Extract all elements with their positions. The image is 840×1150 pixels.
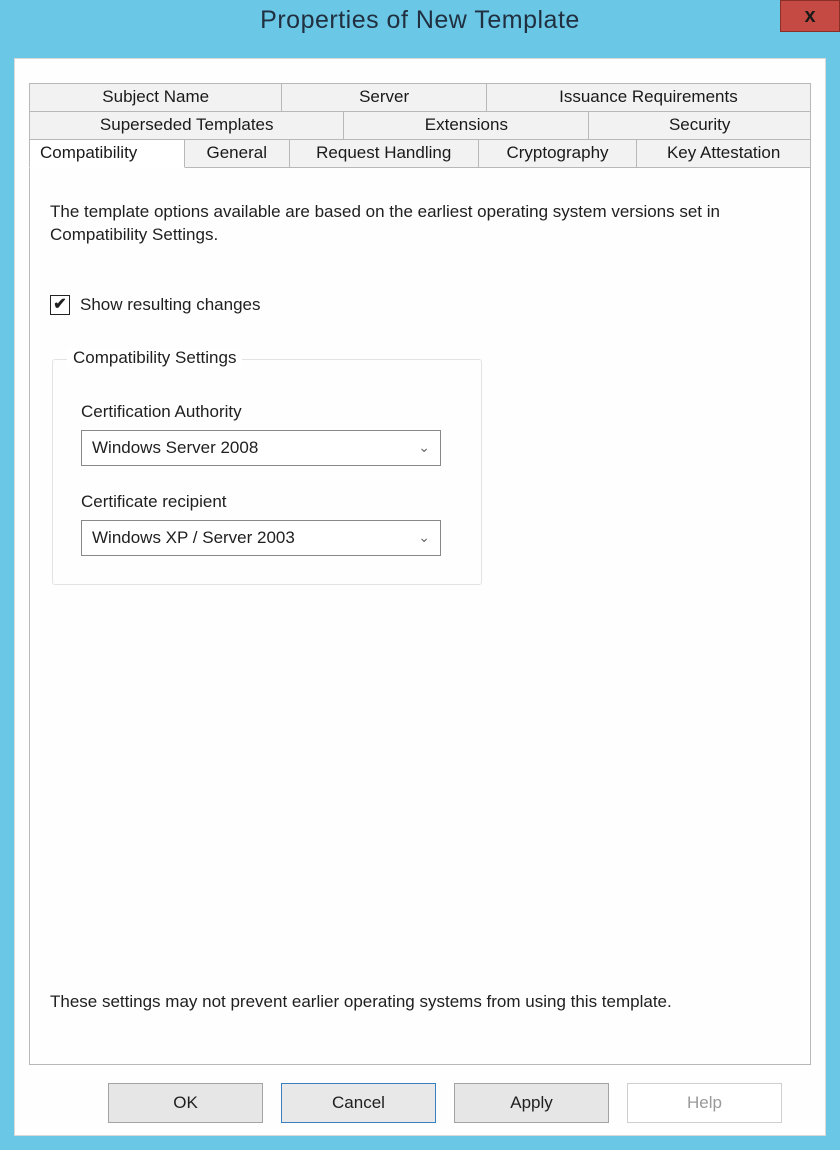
ca-dropdown[interactable]: Windows Server 2008 ⌄	[81, 430, 441, 466]
close-icon: x	[804, 6, 815, 26]
show-resulting-changes-checkbox[interactable]: ✔	[50, 295, 70, 315]
chevron-down-icon: ⌄	[418, 439, 430, 456]
show-resulting-changes-label: Show resulting changes	[80, 295, 261, 315]
tab-strip: Subject Name Server Issuance Requirement…	[29, 83, 811, 168]
apply-button[interactable]: Apply	[454, 1083, 609, 1123]
tab-security[interactable]: Security	[589, 112, 811, 140]
dialog-window: Properties of New Template x Subject Nam…	[0, 0, 840, 1150]
footnote-text: These settings may not prevent earlier o…	[50, 991, 790, 1014]
show-resulting-changes-row: ✔ Show resulting changes	[50, 295, 790, 315]
help-button: Help	[627, 1083, 782, 1123]
recipient-dropdown[interactable]: Windows XP / Server 2003 ⌄	[81, 520, 441, 556]
tab-issuance-requirements[interactable]: Issuance Requirements	[487, 83, 811, 112]
close-button[interactable]: x	[780, 0, 840, 32]
ca-value: Windows Server 2008	[92, 438, 258, 458]
tab-panel-compatibility: The template options available are based…	[29, 167, 811, 1065]
window-title: Properties of New Template	[260, 6, 580, 35]
tab-key-attestation[interactable]: Key Attestation	[637, 140, 811, 168]
recipient-value: Windows XP / Server 2003	[92, 528, 295, 548]
ca-label: Certification Authority	[81, 402, 453, 422]
tab-general[interactable]: General	[185, 140, 290, 168]
tab-cryptography[interactable]: Cryptography	[479, 140, 637, 168]
compatibility-settings-group: Compatibility Settings Certification Aut…	[52, 359, 482, 585]
recipient-label: Certificate recipient	[81, 492, 453, 512]
chevron-down-icon: ⌄	[418, 529, 430, 546]
dialog-content: Subject Name Server Issuance Requirement…	[14, 58, 826, 1136]
titlebar: Properties of New Template x	[14, 0, 826, 58]
ok-button[interactable]: OK	[108, 1083, 263, 1123]
tab-extensions[interactable]: Extensions	[344, 112, 589, 140]
check-icon: ✔	[53, 297, 66, 313]
tab-subject-name[interactable]: Subject Name	[29, 83, 282, 112]
dialog-buttons: OK Cancel Apply Help	[79, 1065, 811, 1123]
tab-superseded-templates[interactable]: Superseded Templates	[29, 112, 344, 140]
tab-server[interactable]: Server	[282, 83, 486, 112]
cancel-button[interactable]: Cancel	[281, 1083, 436, 1123]
tab-request-handling[interactable]: Request Handling	[290, 140, 479, 168]
group-legend: Compatibility Settings	[67, 348, 242, 368]
intro-text: The template options available are based…	[50, 201, 790, 247]
tab-compatibility[interactable]: Compatibility	[29, 140, 185, 168]
